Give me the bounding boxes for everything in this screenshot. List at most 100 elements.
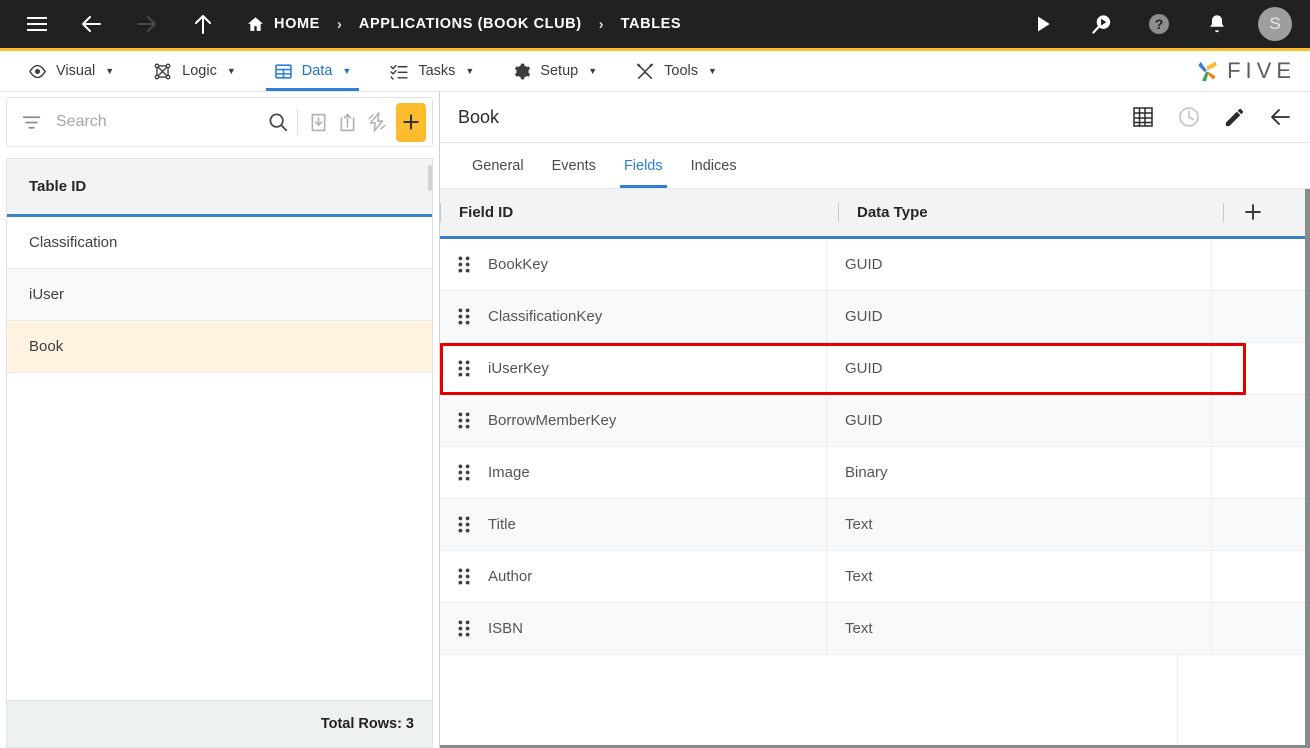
column-header-label-data-type: Data Type (857, 203, 928, 221)
drag-handle-icon[interactable] (440, 499, 474, 550)
breadcrumb-label-tables: TABLES (620, 16, 682, 32)
export-icon[interactable] (333, 103, 362, 141)
table-row[interactable]: Classification (7, 217, 432, 269)
logic-nodes-icon (152, 62, 173, 81)
field-row[interactable]: ISBN Text (440, 602, 1310, 655)
empty-cell (1177, 654, 1310, 748)
five-pinwheel-icon (1198, 61, 1217, 82)
drag-handle-icon[interactable] (440, 291, 474, 342)
drag-handle-icon[interactable] (440, 395, 474, 446)
menu-item-visual[interactable]: Visual ▼ (14, 51, 128, 91)
breadcrumb: HOME › APPLICATIONS (BOOK CLUB) › TABLES (246, 15, 1026, 34)
toolbar-divider (297, 109, 299, 135)
filter-icon[interactable] (17, 112, 52, 133)
row-tail-cell (1211, 550, 1310, 602)
tables-column-header-label: Table ID (29, 178, 87, 195)
table-row-label: Book (29, 338, 64, 355)
tables-grid: Table ID Classification iUser Book (6, 158, 433, 700)
drag-handle-icon[interactable] (440, 343, 474, 394)
menu-label-setup: Setup (540, 63, 579, 79)
menu-item-logic[interactable]: Logic ▼ (138, 51, 250, 91)
field-id-cell: ISBN (488, 619, 524, 637)
tables-column-header: Table ID (7, 159, 432, 217)
field-row[interactable]: ClassificationKey GUID (440, 290, 1310, 343)
lightning-bolt-icon[interactable] (362, 103, 391, 141)
menu-label-data: Data (301, 63, 333, 79)
row-tail-cell (1211, 342, 1310, 394)
menu-item-tasks[interactable]: Tasks ▼ (375, 51, 488, 91)
field-row[interactable]: Title Text (440, 498, 1310, 551)
search-input[interactable] (52, 113, 263, 131)
field-row[interactable]: BorrowMemberKey GUID (440, 394, 1310, 447)
home-icon (246, 15, 265, 34)
chevron-down-icon: ▼ (226, 66, 236, 76)
edit-pencil-icon[interactable] (1223, 106, 1246, 129)
data-type-cell: GUID (826, 290, 1211, 342)
data-table-icon (274, 62, 293, 81)
drag-handle-icon[interactable] (440, 551, 474, 602)
breadcrumb-item-applications[interactable]: APPLICATIONS (BOOK CLUB) (359, 16, 582, 32)
tab-events[interactable]: Events (538, 143, 610, 188)
workspace: Table ID Classification iUser Book Total… (0, 92, 1310, 748)
menu-label-tools: Tools (664, 63, 698, 79)
video-search-icon[interactable] (1084, 7, 1118, 41)
field-id-cell: Title (488, 515, 516, 533)
detail-header: Book (440, 92, 1310, 144)
tables-scrollbar-thumb[interactable] (428, 165, 432, 191)
chevron-down-icon: ▼ (342, 66, 352, 76)
forward-arrow-icon (130, 7, 164, 41)
data-type-cell: Text (826, 602, 1211, 654)
data-type-cell: Binary (826, 446, 1211, 498)
tables-footer: Total Rows: 3 (6, 700, 433, 748)
tables-toolbar (6, 97, 433, 147)
user-avatar[interactable]: S (1258, 7, 1292, 41)
menu-label-visual: Visual (56, 63, 96, 79)
fields-vertical-scrollbar[interactable] (1305, 189, 1310, 748)
breadcrumb-item-tables[interactable]: TABLES (621, 16, 682, 32)
run-icon[interactable] (1026, 7, 1060, 41)
history-clock-icon[interactable] (1177, 105, 1201, 129)
field-row[interactable]: Author Text (440, 550, 1310, 603)
svg-text:?: ? (1155, 16, 1164, 32)
search-icon[interactable] (263, 103, 292, 141)
add-field-icon[interactable] (1242, 201, 1264, 223)
detail-tabs: General Events Fields Indices (440, 143, 1310, 190)
menu-item-tools[interactable]: Tools ▼ (621, 51, 731, 91)
tab-general[interactable]: General (458, 143, 538, 188)
table-row[interactable]: iUser (7, 269, 432, 321)
column-header-field-id[interactable]: Field ID (440, 189, 838, 236)
add-table-button[interactable] (395, 102, 426, 142)
tab-fields[interactable]: Fields (610, 143, 677, 188)
grid-empty-space (440, 654, 1310, 748)
breadcrumb-label-applications: APPLICATIONS (BOOK CLUB) (358, 16, 582, 32)
back-arrow-icon[interactable] (74, 7, 108, 41)
tab-indices[interactable]: Indices (677, 143, 751, 188)
import-icon[interactable] (303, 103, 332, 141)
data-type-cell: Text (826, 550, 1211, 602)
menu-item-setup[interactable]: Setup ▼ (498, 51, 611, 91)
back-arrow-icon[interactable] (1268, 105, 1292, 129)
field-row-highlighted[interactable]: iUserKey GUID (440, 342, 1310, 395)
row-tail-cell (1211, 498, 1310, 550)
help-icon[interactable]: ? (1142, 7, 1176, 41)
hamburger-menu-icon[interactable] (20, 7, 54, 41)
drag-handle-icon[interactable] (440, 447, 474, 498)
up-arrow-icon[interactable] (186, 7, 220, 41)
drag-handle-icon[interactable] (440, 603, 474, 654)
chevron-down-icon: ▼ (105, 66, 115, 76)
grid-view-icon[interactable] (1131, 105, 1155, 129)
drag-handle-icon[interactable] (440, 239, 474, 290)
field-row[interactable]: BookKey GUID (440, 238, 1310, 291)
menu-item-data[interactable]: Data ▼ (260, 51, 366, 91)
column-header-add[interactable] (1223, 189, 1310, 236)
fields-grid: Field ID Data Type BookKey GUID Classifi… (440, 189, 1310, 748)
notifications-bell-icon[interactable] (1200, 7, 1234, 41)
table-row-selected[interactable]: Book (7, 321, 432, 373)
tools-wrench-icon (635, 62, 655, 81)
breadcrumb-item-home[interactable]: HOME (246, 15, 320, 34)
column-header-data-type[interactable]: Data Type (838, 189, 1223, 236)
five-brand-logo: FIVE (1194, 51, 1310, 91)
top-bar-actions: ? S (1026, 7, 1292, 41)
field-row[interactable]: Image Binary (440, 446, 1310, 499)
field-id-cell: Image (488, 463, 530, 481)
